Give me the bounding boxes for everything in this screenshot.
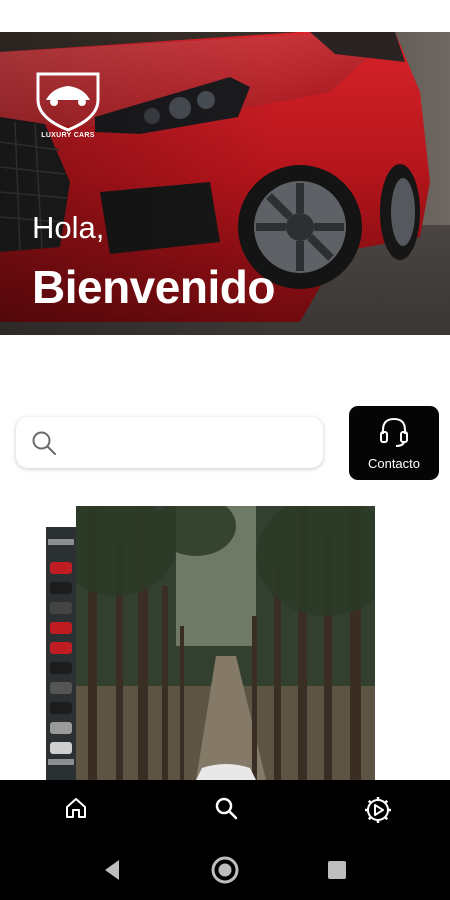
- contact-button[interactable]: Contacto: [349, 406, 439, 480]
- back-icon: [105, 860, 119, 880]
- contact-label: Contacto: [367, 456, 421, 471]
- welcome-title: Bienvenido: [32, 261, 275, 313]
- system-back-button[interactable]: [97, 854, 129, 886]
- search-bar[interactable]: [16, 417, 323, 468]
- system-recents-button[interactable]: [321, 854, 353, 886]
- search-input[interactable]: [66, 425, 311, 460]
- forest-road-car-image[interactable]: [76, 506, 375, 780]
- parking-garage-graphic: [46, 527, 78, 780]
- parking-garage-image[interactable]: [46, 527, 78, 780]
- recents-icon: [328, 861, 346, 879]
- search-icon: [215, 797, 238, 820]
- luxury-cars-logo: [36, 72, 100, 132]
- nav-home[interactable]: [46, 780, 106, 840]
- bottom-navigation: [0, 780, 450, 840]
- status-bar: [0, 0, 450, 32]
- hero-banner: LUXURY CARS Hola, Bienvenido: [0, 32, 450, 335]
- headset-icon: [380, 417, 408, 447]
- home-icon: [66, 798, 86, 818]
- nav-search[interactable]: [196, 780, 256, 840]
- home-circle-icon: [211, 856, 239, 884]
- system-navigation-bar: [0, 840, 450, 900]
- system-home-button[interactable]: [209, 854, 241, 886]
- nav-settings[interactable]: [346, 780, 406, 840]
- greeting-text: Hola,: [32, 210, 105, 245]
- logo-text: LUXURY CARS: [41, 132, 95, 139]
- search-icon: [32, 431, 56, 455]
- settings-play-icon: [365, 797, 391, 823]
- forest-road-graphic: [76, 506, 375, 780]
